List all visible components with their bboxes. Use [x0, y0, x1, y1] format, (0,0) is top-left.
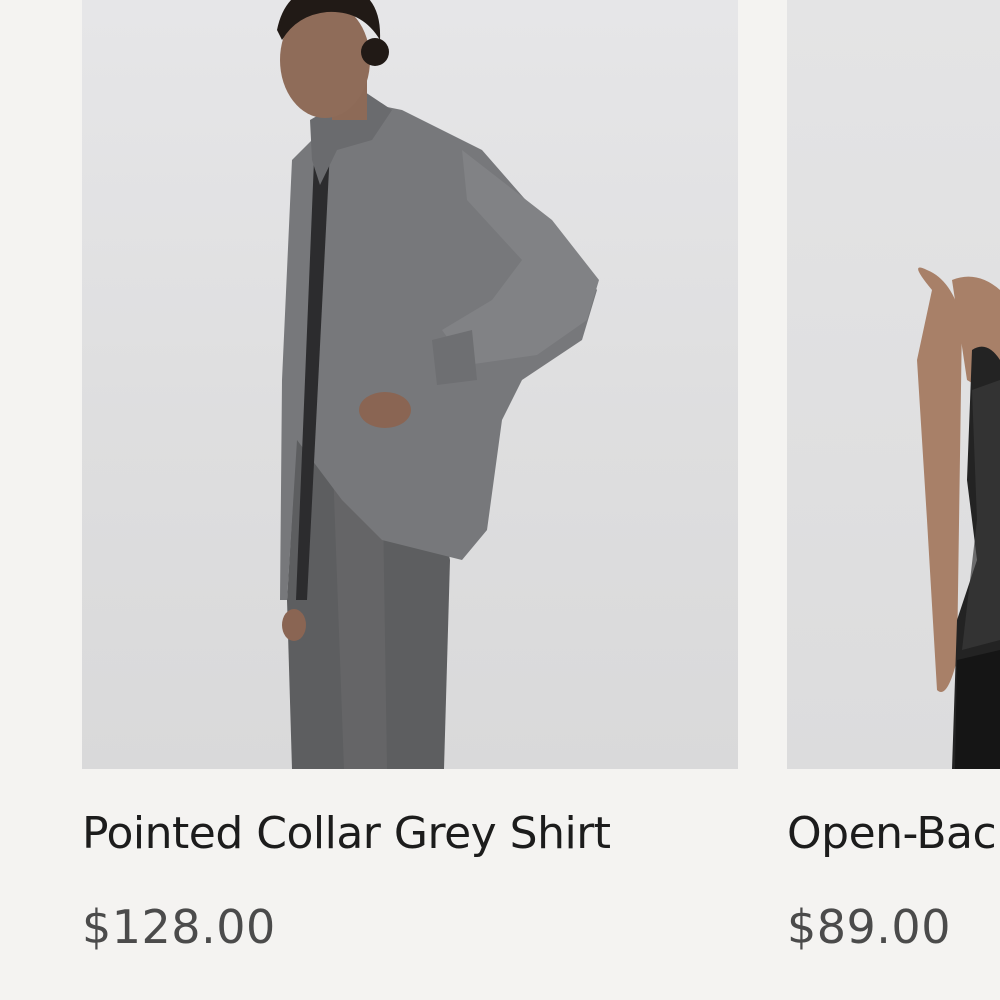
product-grid: Pointed Collar Grey Shirt $128.00 Open-B…: [0, 0, 1000, 1000]
product-photo: [917, 267, 1000, 769]
product-card[interactable]: Pointed Collar Grey Shirt $128.00: [82, 0, 738, 954]
product-price: $89.00: [787, 900, 951, 954]
product-price: $128.00: [82, 900, 276, 954]
product-image[interactable]: [82, 0, 738, 769]
product-image[interactable]: [787, 0, 1000, 769]
product-title[interactable]: Pointed Collar Grey Shirt: [82, 808, 611, 860]
product-title[interactable]: Open-Bac: [787, 808, 997, 860]
product-card[interactable]: Open-Bac $89.00: [787, 0, 1000, 954]
product-photo: [277, 0, 599, 769]
